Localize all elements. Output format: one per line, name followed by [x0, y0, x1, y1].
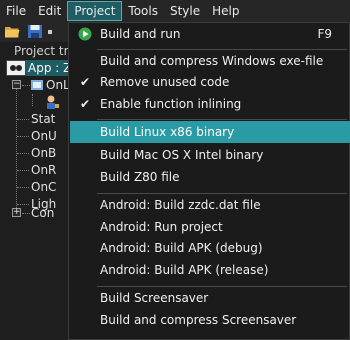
build-screensaver-label: Build Screensaver [100, 291, 209, 305]
toolbar-separator [48, 30, 52, 34]
menu-separator [97, 119, 347, 120]
android-apk-debug-item[interactable]: Android: Build APK (debug) [70, 237, 350, 259]
build-mac-label: Build Mac OS X Intel binary [100, 148, 264, 162]
android-apk-release-item[interactable]: Android: Build APK (release) [70, 259, 350, 281]
remove-unused-code-item[interactable]: ✔ Remove unused code [70, 71, 350, 93]
tree-connector [32, 94, 33, 106]
menu-project[interactable]: Project [67, 1, 123, 21]
component-icon [47, 95, 59, 109]
menu-file[interactable]: File [0, 1, 32, 21]
tree-item-label: OnC [31, 180, 57, 194]
android-apk-release-label: Android: Build APK (release) [100, 263, 269, 277]
tree-item-label: Stat [31, 112, 56, 126]
build-compress-screensaver-label: Build and compress Screensaver [100, 313, 297, 327]
event-icon [31, 80, 43, 90]
tree-connector [16, 86, 17, 216]
play-icon [78, 27, 92, 41]
android-build-dat-label: Android: Build zzdc.dat file [100, 198, 261, 212]
tree-connector [22, 213, 30, 214]
project-tree-title: Project tre [14, 44, 76, 58]
build-z80-label: Build Z80 file [100, 170, 180, 184]
build-linux-label: Build Linux x86 binary [100, 125, 235, 139]
checkmark-icon: ✔ [80, 75, 91, 89]
build-and-run-item[interactable]: Build and run F9 [70, 23, 350, 45]
build-and-run-label: Build and run [100, 27, 181, 41]
checkmark-icon: ✔ [80, 97, 91, 111]
menu-edit[interactable]: Edit [32, 1, 67, 21]
save-icon[interactable] [27, 24, 43, 39]
build-compress-screensaver-item[interactable]: Build and compress Screensaver [70, 309, 350, 331]
build-z80-item[interactable]: Build Z80 file [70, 166, 350, 188]
enable-inlining-label: Enable function inlining [100, 97, 242, 111]
tree-item-label: OnR [31, 163, 57, 177]
menu-help[interactable]: Help [206, 1, 245, 21]
android-run-item[interactable]: Android: Run project [70, 216, 350, 238]
tree-item-label: OnU [31, 129, 57, 143]
tree-connector [17, 136, 29, 137]
tree-item-label: OnB [31, 146, 57, 160]
tree-connector [17, 204, 29, 205]
menu-style[interactable]: Style [164, 1, 206, 21]
build-mac-item[interactable]: Build Mac OS X Intel binary [70, 144, 350, 166]
tree-item-label: Con [31, 206, 55, 220]
app-icon [6, 60, 26, 76]
tree-connector [17, 170, 29, 171]
tree-connector [17, 153, 29, 154]
enable-inlining-item[interactable]: ✔ Enable function inlining [70, 93, 350, 115]
collapse-icon[interactable]: − [12, 80, 21, 89]
android-run-label: Android: Run project [100, 220, 223, 234]
build-linux-item[interactable]: Build Linux x86 binary [70, 121, 350, 143]
tree-connector [22, 85, 30, 86]
android-apk-debug-label: Android: Build APK (debug) [100, 241, 263, 255]
build-screensaver-item[interactable]: Build Screensaver [70, 287, 350, 309]
remove-unused-code-label: Remove unused code [100, 75, 230, 89]
expand-icon[interactable]: + [12, 208, 21, 217]
tree-item-label: OnL [46, 78, 70, 92]
tree-connector [17, 119, 29, 120]
menu-tools[interactable]: Tools [122, 1, 164, 21]
build-compress-windows-item[interactable]: Build and compress Windows exe-file [70, 50, 350, 72]
project-menu-dropdown: Build and run F9 Build and compress Wind… [68, 22, 350, 340]
android-build-dat-item[interactable]: Android: Build zzdc.dat file [70, 194, 350, 216]
tree-connector [17, 187, 29, 188]
build-and-run-shortcut: F9 [317, 27, 332, 41]
menu-bar: File Edit Project Tools Style Help [0, 0, 350, 22]
project-tree-panel: Project tre App : ZA − OnL Stat OnU OnB … [0, 42, 82, 340]
build-compress-windows-label: Build and compress Windows exe-file [100, 54, 324, 68]
open-folder-icon[interactable] [4, 24, 20, 39]
